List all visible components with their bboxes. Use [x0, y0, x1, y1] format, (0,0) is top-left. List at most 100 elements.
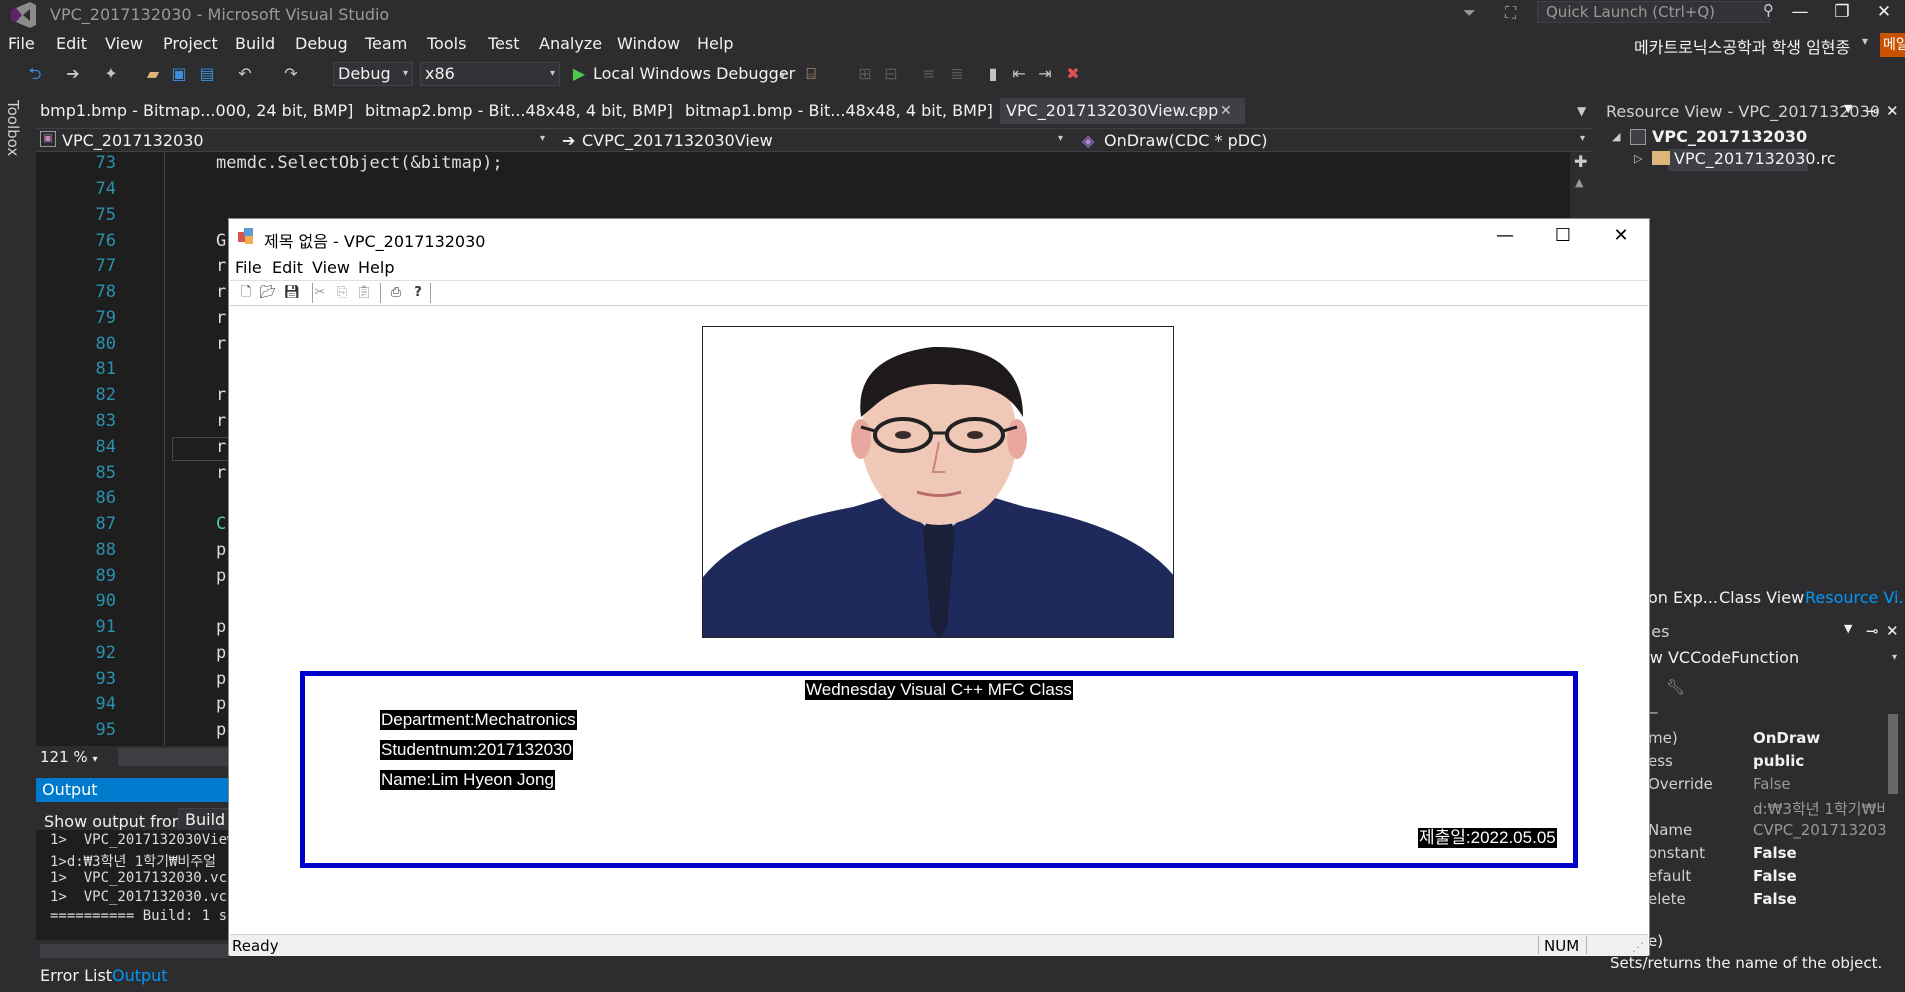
property-value[interactable]: False [1753, 867, 1797, 885]
find-in-files-icon[interactable]: ⌸ [800, 62, 822, 86]
close-icon[interactable]: ✕ [1220, 98, 1232, 124]
resource-tree-root[interactable]: VPC_2017132030 [1652, 127, 1807, 146]
close-icon[interactable]: ✕ [1886, 102, 1899, 120]
app-menu-view[interactable]: View [312, 258, 350, 277]
output-pane-title[interactable]: Output [36, 778, 228, 802]
app-close-button[interactable]: ✕ [1596, 224, 1646, 248]
property-value[interactable]: CVPC_201713203C [1753, 821, 1897, 839]
property-value[interactable]: False [1753, 775, 1791, 793]
save-icon[interactable]: 💾︎ [282, 283, 302, 303]
filter-icon[interactable]: ⏷ [1463, 3, 1487, 23]
pin-icon[interactable]: ⊸ [1866, 622, 1879, 640]
app-minimize-button[interactable]: — [1480, 224, 1530, 248]
user-badge[interactable]: 메일 [1880, 33, 1905, 57]
zoom-level-select[interactable]: 121 % ▾ [36, 746, 112, 768]
help-icon[interactable]: ? [408, 283, 428, 303]
tab-output[interactable]: Output [112, 966, 168, 985]
property-value[interactable]: d:₩3학년 1학기₩비 [1753, 798, 1890, 819]
menu-build[interactable]: Build [235, 34, 275, 53]
pin-icon[interactable]: ⊸ [1866, 102, 1879, 120]
next-bookmark-icon[interactable]: ⇥ [1034, 62, 1056, 86]
wrench-icon[interactable]: 🔧︎ [1666, 678, 1685, 696]
new-file-icon[interactable]: 🗋︎ [236, 283, 256, 303]
print-icon[interactable]: ⎙ [386, 283, 406, 303]
cut-icon[interactable]: ✂ [310, 283, 330, 303]
solution-configuration-select[interactable]: Debug ▾ [333, 62, 413, 86]
signed-in-user[interactable]: 메카트로닉스공학과 학생 임현종 [1634, 34, 1850, 58]
previous-bookmark-icon[interactable]: ⇤ [1008, 62, 1030, 86]
menu-team[interactable]: Team [365, 34, 407, 53]
comment-icon[interactable]: ≡ [918, 62, 940, 86]
properties-scrollbar[interactable] [1886, 702, 1900, 922]
save-icon[interactable]: ▣ [168, 62, 190, 86]
close-icon[interactable]: ✕ [1886, 622, 1899, 640]
menu-window[interactable]: Window [617, 34, 680, 53]
step-over-icon[interactable]: ⊟ [880, 62, 902, 86]
chevron-down-icon[interactable]: ▼ [1844, 102, 1852, 115]
resize-grip-icon[interactable]: ⋰ [1632, 940, 1644, 954]
tab-solution-explorer[interactable]: on Exp... [1648, 588, 1718, 607]
paste-icon[interactable]: 📋︎ [354, 283, 374, 303]
undo-icon[interactable]: ↶ [234, 62, 256, 86]
feedback-icon[interactable]: ⛶ [1505, 3, 1529, 23]
editor-horizontal-scrollbar[interactable] [118, 748, 228, 766]
output-horizontal-scrollbar[interactable] [40, 944, 228, 958]
solution-platform-select[interactable]: x86 ▾ [420, 62, 560, 86]
save-all-icon[interactable]: ▤ [196, 62, 218, 86]
property-value[interactable]: public [1753, 752, 1804, 770]
property-value[interactable]: False [1753, 844, 1797, 862]
redo-icon[interactable]: ↷ [280, 62, 302, 86]
menu-debug[interactable]: Debug [295, 34, 348, 53]
menu-tools[interactable]: Tools [427, 34, 466, 53]
navigate-forward-icon[interactable]: ➔ [62, 62, 84, 86]
step-icon[interactable]: ⊞ [854, 62, 876, 86]
open-file-icon[interactable]: ▰ [142, 62, 164, 86]
property-value[interactable]: OnDraw [1753, 729, 1820, 747]
app-menu-help[interactable]: Help [358, 258, 394, 277]
restore-button[interactable]: ❐ [1822, 0, 1862, 26]
tab-bitmap1[interactable]: bitmap1.bmp - Bit...48x48, 4 bit, BMP] [685, 101, 993, 123]
nav-project-select[interactable]: VPC_2017132030 [62, 130, 204, 152]
clear-bookmarks-icon[interactable]: ✖ [1062, 62, 1084, 86]
split-icon[interactable]: ✚ [1574, 152, 1587, 171]
open-file-icon[interactable]: 📂︎ [258, 283, 278, 303]
nav-member-select[interactable]: OnDraw(CDC * pDC) [1104, 130, 1268, 152]
toolbox-tab[interactable]: Toolbox [4, 100, 22, 156]
properties-object-select[interactable]: aw VCCodeFunction [1640, 646, 1905, 670]
tab-bmp1[interactable]: bmp1.bmp - Bitmap...000, 24 bit, BMP] [40, 101, 353, 123]
nav-class-select[interactable]: CVPC_2017132030View [582, 130, 773, 152]
chevron-down-icon[interactable]: ▾ [1058, 133, 1063, 144]
tree-expanded-icon[interactable]: ◢ [1612, 130, 1620, 143]
app-menu-file[interactable]: File [235, 258, 262, 277]
search-icon[interactable]: ⚲ [1763, 1, 1774, 19]
navigate-back-icon[interactable]: ⮌ [24, 62, 46, 86]
close-button[interactable]: ✕ [1864, 0, 1904, 26]
menu-file[interactable]: File [8, 34, 35, 53]
copy-icon[interactable]: ⎘ [332, 283, 352, 303]
new-project-icon[interactable]: ✦ [100, 62, 122, 86]
menu-test[interactable]: Test [488, 34, 520, 53]
chevron-down-icon[interactable]: ▾ [1580, 133, 1585, 144]
chevron-down-icon[interactable]: ▾ [1862, 34, 1868, 48]
menu-help[interactable]: Help [697, 34, 733, 53]
chevron-down-icon[interactable]: ▾ [540, 133, 545, 144]
tab-class-view[interactable]: Class View [1719, 588, 1804, 607]
chevron-down-icon[interactable]: ▾ [1892, 652, 1897, 663]
chevron-down-icon[interactable]: ▼ [1844, 622, 1852, 635]
tab-error-list[interactable]: Error List [40, 966, 112, 985]
tab-resource-view[interactable]: Resource Vi... [1805, 588, 1905, 607]
property-value[interactable]: False [1753, 890, 1797, 908]
menu-edit[interactable]: Edit [56, 34, 87, 53]
minimize-button[interactable]: — [1780, 0, 1820, 26]
bookmark-icon[interactable]: ▮ [982, 62, 1004, 86]
pin-icon[interactable]: ⊸ [1195, 98, 1205, 124]
menu-analyze[interactable]: Analyze [539, 34, 602, 53]
quick-launch-input[interactable]: Quick Launch (Ctrl+Q) [1537, 1, 1770, 23]
chevron-down-icon[interactable]: ▾ [772, 64, 794, 88]
scrollbar-thumb[interactable] [1888, 714, 1898, 794]
tree-collapsed-icon[interactable]: ▷ [1634, 152, 1642, 165]
tab-bitmap2[interactable]: bitmap2.bmp - Bit...48x48, 4 bit, BMP] [365, 101, 673, 123]
app-menu-edit[interactable]: Edit [272, 258, 303, 277]
resource-tree-item-rc[interactable]: VPC_2017132030.rc [1674, 149, 1836, 168]
tab-list-dropdown-icon[interactable]: ▼ [1577, 104, 1586, 118]
